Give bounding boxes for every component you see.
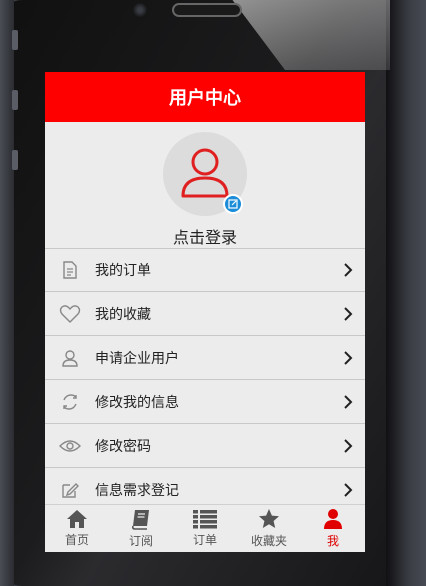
tab-me[interactable]: 我 (301, 505, 365, 552)
volume-down-button (12, 150, 18, 170)
volume-up-button (12, 90, 18, 110)
menu-item-label: 我的订单 (95, 263, 151, 279)
menu-item-edit-info[interactable]: 修改我的信息 (45, 380, 365, 424)
list-icon (193, 510, 217, 529)
app-screen: 用户中心 点击登录 我的订单 我的收藏 申请企业用户 修改我的信息 修改密码 信… (45, 72, 365, 552)
eye-icon (45, 438, 95, 454)
tab-label: 收藏夹 (250, 534, 287, 548)
heart-icon (45, 304, 95, 324)
document-icon (45, 260, 95, 280)
page-title: 用户中心 (169, 88, 241, 109)
menu-item-label: 修改我的信息 (95, 394, 179, 411)
tab-label: 我 (326, 534, 339, 548)
chevron-right-icon (343, 262, 365, 278)
phone-frame: 用户中心 点击登录 我的订单 我的收藏 申请企业用户 修改我的信息 修改密码 信… (0, 0, 426, 586)
menu-item-password[interactable]: 修改密码 (45, 424, 365, 468)
phone-edge (0, 0, 14, 586)
home-icon (67, 510, 87, 528)
login-link[interactable]: 点击登录 (45, 224, 365, 248)
menu-item-orders[interactable]: 我的订单 (45, 248, 365, 292)
camera-icon (132, 2, 148, 18)
menu-list: 我的订单 我的收藏 申请企业用户 修改我的信息 修改密码 信息需求登记 (45, 248, 365, 512)
menu-item-enterprise[interactable]: 申请企业用户 (45, 336, 365, 380)
chevron-right-icon (343, 394, 365, 410)
profile-section[interactable]: 点击登录 (45, 122, 365, 248)
tab-label: 首页 (64, 533, 89, 547)
menu-item-label: 修改密码 (95, 438, 151, 455)
bottom-tab-bar: 首页 订阅 订单 收藏夹 我 (45, 504, 365, 552)
page-header: 用户中心 (45, 72, 365, 122)
tab-favorites[interactable]: 收藏夹 (237, 505, 301, 552)
tab-subscribe[interactable]: 订阅 (109, 505, 173, 552)
tab-orders[interactable]: 订单 (173, 505, 237, 552)
phone-edge (386, 0, 426, 586)
edit-icon (228, 199, 238, 209)
tab-label: 订单 (192, 533, 217, 547)
menu-item-label: 信息需求登记 (95, 482, 179, 499)
edit-avatar-button[interactable] (223, 194, 243, 214)
book-icon (131, 510, 149, 530)
chevron-right-icon (343, 350, 365, 366)
menu-item-label: 我的收藏 (95, 306, 151, 323)
edit-icon (45, 480, 95, 500)
user-icon (45, 348, 95, 368)
tab-home[interactable]: 首页 (45, 505, 109, 552)
menu-item-favorites[interactable]: 我的收藏 (45, 292, 365, 336)
refresh-icon (45, 392, 95, 412)
star-icon (259, 509, 279, 528)
speaker-grille (172, 3, 242, 17)
tab-label: 订阅 (128, 534, 153, 548)
person-icon (324, 509, 342, 529)
chevron-right-icon (343, 438, 365, 454)
chevron-right-icon (343, 482, 365, 498)
menu-item-label: 申请企业用户 (95, 350, 179, 367)
chevron-right-icon (343, 306, 365, 322)
mute-switch (12, 30, 18, 50)
